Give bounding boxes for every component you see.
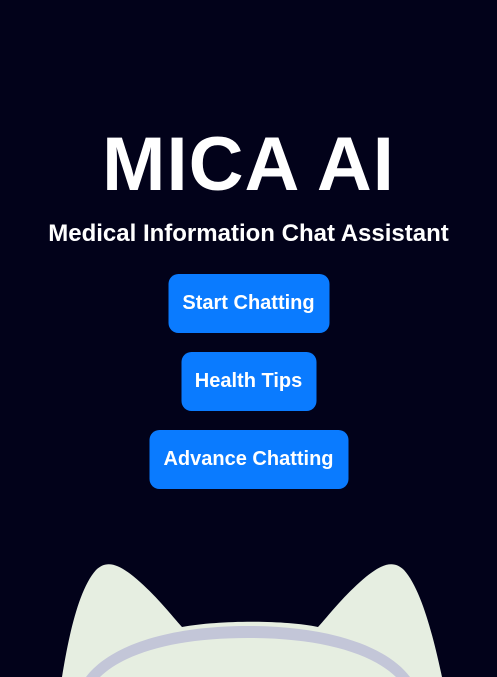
- app-title: MICA AI: [102, 122, 395, 207]
- advance-chatting-button[interactable]: Advance Chatting: [149, 430, 348, 489]
- landing-hero: MICA AI Medical Information Chat Assista…: [0, 0, 497, 677]
- start-chatting-button[interactable]: Start Chatting: [168, 274, 329, 333]
- cat-mascot-icon: [62, 564, 442, 677]
- app-subtitle: Medical Information Chat Assistant: [48, 220, 449, 247]
- health-tips-button[interactable]: Health Tips: [181, 352, 316, 411]
